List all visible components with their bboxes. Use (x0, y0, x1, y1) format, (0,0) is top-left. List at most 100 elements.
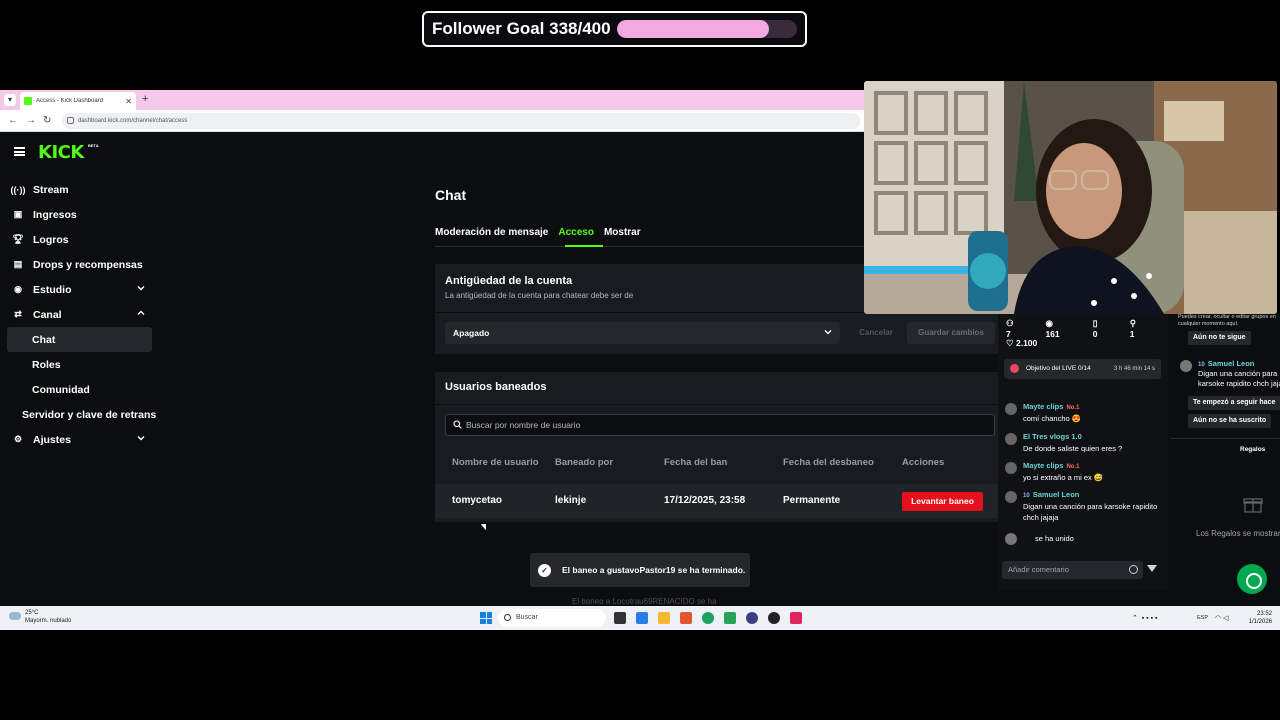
site-info-icon[interactable] (67, 117, 74, 124)
language-indicator[interactable]: ESP (1197, 615, 1208, 621)
kick-logo[interactable]: KICK (38, 142, 84, 163)
kick-dashboard: KICK BETA ((·)) Stream ▣ Ingresos 🏆︎ Log… (0, 132, 998, 606)
sub-badge: 10 (1023, 493, 1030, 499)
browser-tab[interactable]: Access - Kick Dashboard ✕ (20, 92, 136, 110)
tiktok-icon[interactable] (790, 612, 802, 624)
divider (1170, 438, 1280, 439)
obs-icon[interactable] (746, 612, 758, 624)
tab-mostrar[interactable]: Mostrar (604, 227, 641, 238)
sidebar-item-label: Comunidad (32, 383, 90, 396)
system-tray[interactable]: ⌃ ▪ ▪ ▪ ▪ (1132, 614, 1158, 622)
search-icon (504, 614, 511, 621)
toast-notification: ✓ El baneo a gustavoPastor19 se ha termi… (530, 553, 750, 587)
sidebar-item-roles[interactable]: Roles (0, 352, 160, 377)
objective-time: 3 h 46 min 14 s (1113, 366, 1155, 372)
chrome-icon[interactable] (702, 612, 714, 624)
likes-stat: ♡ 2.100 (1006, 338, 1037, 349)
webcam-feed (864, 81, 1277, 314)
file-explorer-icon[interactable] (658, 612, 670, 624)
studio-icon: ◉ (14, 284, 22, 294)
weather-icon[interactable] (9, 612, 21, 620)
account-age-select[interactable]: Apagado (445, 322, 840, 344)
cancel-button[interactable]: Cancelar (850, 322, 902, 344)
sidebar-item-label: Ajustes (33, 433, 71, 446)
forward-icon[interactable]: → (26, 115, 36, 126)
sidebar-item-chat[interactable]: Chat (7, 327, 152, 352)
join-text: se ha unido (1035, 533, 1074, 543)
broadcast-icon: ((·)) (10, 184, 26, 195)
rank-badge: No.1 (1066, 405, 1080, 411)
search-banned-input[interactable]: Buscar por nombre de usuario (445, 414, 995, 436)
follower-goal-overlay: Follower Goal 338/400 (422, 11, 807, 47)
ban-date: 17/12/2025, 23:58 (664, 495, 746, 506)
live-objective[interactable]: Objetivo del LIVE 0/14 3 h 46 min 14 s (1004, 359, 1161, 379)
save-changes-button[interactable]: Guardar cambios (907, 322, 995, 344)
url-field[interactable]: dashboard.kick.com/channel/chat/access (62, 113, 860, 129)
sidebar-item-label: Ingresos (33, 208, 77, 221)
gifts-title: Regalos (1240, 446, 1266, 453)
sidebar-item-logros[interactable]: 🏆︎ Logros (0, 227, 160, 252)
chevron-down-icon[interactable] (137, 434, 145, 442)
sidebar-item-comunidad[interactable]: Comunidad (0, 377, 160, 402)
new-tab-icon[interactable]: + (142, 93, 148, 105)
gear-icon: ⚙ (13, 434, 23, 444)
back-icon[interactable]: ← (8, 115, 18, 126)
rank-badge: No.1 (1066, 464, 1080, 470)
tab-acceso[interactable]: Acceso (558, 227, 594, 238)
chat-text: Digan una canción para karsoke rapidito … (1198, 369, 1280, 388)
clips-count: 0 (1092, 329, 1098, 339)
help-chat-icon[interactable] (1237, 564, 1267, 594)
sidebar-item-servidor[interactable]: Servidor y clave de retrans (0, 402, 160, 427)
comment-placeholder: Añadir comentario (1008, 565, 1069, 574)
network-sound-icons[interactable]: ◠ ◁ (1215, 614, 1228, 622)
copilot-icon[interactable] (680, 612, 692, 624)
weather-temp: 25°C (25, 610, 39, 616)
chat-text: De donde saliste quien eres ? (1023, 444, 1123, 453)
chevron-down-icon[interactable] (137, 284, 145, 292)
clock[interactable]: 23:52 1/1/2026 (1246, 610, 1272, 626)
account-age-subtitle: La antigüedad de la cuenta para chatear … (445, 291, 634, 300)
live-chat: ⚇ 7 ◉ 161 ▯ 0 ⚲ 1 ♡ 2.100 Objetivo del L… (998, 314, 1168, 590)
mail-icon[interactable] (636, 612, 648, 624)
search-icon (453, 420, 462, 429)
sidebar-item-stream[interactable]: ((·)) Stream (0, 177, 160, 202)
objective-progress: 0/14 (1078, 365, 1091, 372)
app-icon[interactable] (768, 612, 780, 624)
chevron-up-icon[interactable] (137, 309, 145, 317)
hamburger-menu-icon[interactable] (14, 147, 25, 156)
follower-icon: ⚲ (1129, 318, 1136, 328)
banned-users-card: Usuarios baneados Buscar por nombre de u… (435, 372, 998, 522)
filter-icon[interactable] (1147, 565, 1157, 572)
unban-button[interactable]: Levantar baneo (902, 492, 983, 511)
likes-count: 2.100 (1015, 338, 1038, 348)
tab-moderacion[interactable]: Moderación de mensaje (435, 227, 548, 238)
taskbar-search[interactable]: Buscar (498, 609, 606, 627)
account-age-selected: Apagado (453, 328, 490, 338)
stream-stats: ⚇ 7 ◉ 161 ▯ 0 ⚲ 1 (1006, 318, 1168, 339)
chat-text: yo si extraño a mi ex 😅 (1023, 473, 1104, 482)
comment-input[interactable]: Añadir comentario (1002, 561, 1143, 579)
chat-username: El Tres vlogs 1.0 (1023, 432, 1082, 441)
column-header: Fecha del desbaneo (783, 457, 874, 468)
unban-date: Permanente (783, 495, 841, 506)
objective-icon (1010, 364, 1019, 373)
task-view-icon[interactable] (614, 612, 626, 624)
sidebar-item-ajustes[interactable]: ⚙ Ajustes (0, 427, 160, 452)
banned-username: tomycetao (452, 495, 503, 506)
sidebar-item-label: Canal (33, 308, 62, 321)
sidebar-item-drops[interactable]: ▤ Drops y recompensas (0, 252, 160, 277)
follower-goal-fill (616, 20, 770, 38)
sidebar-item-label: Servidor y clave de retrans (22, 408, 157, 421)
sidebar-item-ingresos[interactable]: ▣ Ingresos (0, 202, 160, 227)
tab-list-chevron-icon[interactable]: ▾ (4, 94, 16, 106)
clock-time: 23:52 (1256, 611, 1272, 617)
emoji-icon[interactable] (1129, 565, 1138, 574)
tab-close-icon[interactable]: ✕ (125, 97, 132, 106)
search-placeholder: Buscar por nombre de usuario (466, 420, 581, 430)
sidebar-item-estudio[interactable]: ◉ Estudio (0, 277, 160, 302)
reload-icon[interactable]: ↻ (43, 115, 51, 126)
spreadsheet-icon[interactable] (724, 612, 736, 624)
start-menu-icon[interactable] (480, 612, 492, 624)
sidebar-item-canal[interactable]: ⇄ Canal (0, 302, 160, 327)
chat-username: 10 Samuel Leon (1198, 359, 1254, 368)
